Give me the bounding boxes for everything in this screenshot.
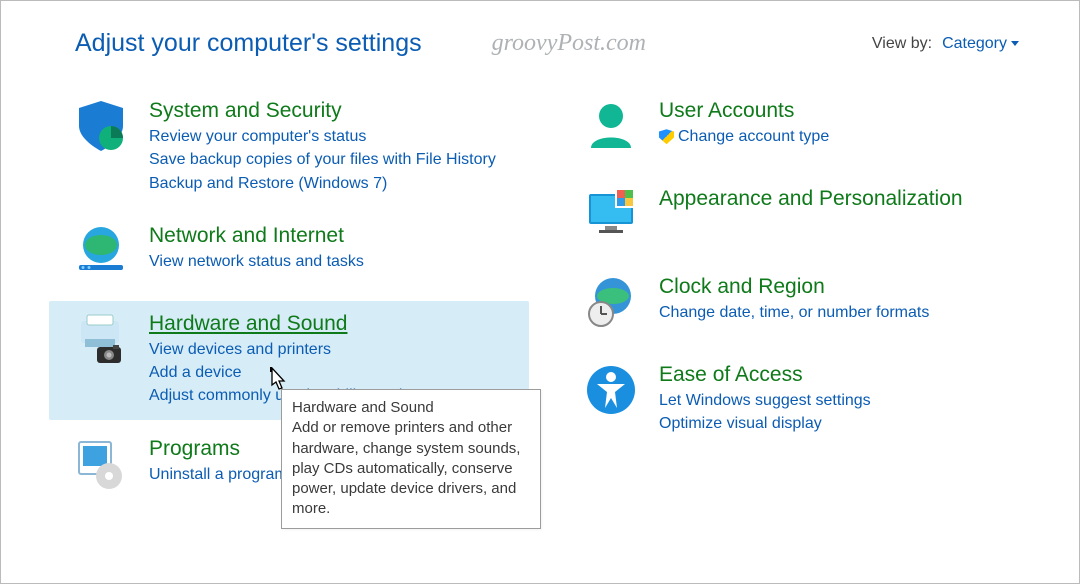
link-date-time-formats[interactable]: Change date, time, or number formats	[659, 301, 929, 324]
accessibility-icon	[581, 362, 641, 422]
globe-icon	[71, 223, 131, 283]
tile-appearance: Appearance and Personalization	[559, 176, 1039, 258]
caret-down-icon	[1011, 41, 1019, 46]
uac-shield-icon	[659, 129, 674, 144]
view-by-label: View by:	[872, 35, 932, 53]
link-system-security[interactable]: System and Security	[149, 98, 496, 123]
right-column: User Accounts Change account type	[559, 88, 1039, 514]
tooltip-body: Add or remove printers and other hardwar…	[292, 418, 530, 519]
tile-user-accounts: User Accounts Change account type	[559, 88, 1039, 170]
tile-ease-of-access: Ease of Access Let Windows suggest setti…	[559, 352, 1039, 448]
shield-icon	[71, 98, 131, 158]
tooltip-title: Hardware and Sound	[292, 398, 530, 418]
link-review-status[interactable]: Review your computer's status	[149, 125, 496, 148]
monitor-icon	[581, 186, 641, 246]
link-change-account-type-text: Change account type	[678, 125, 829, 148]
link-backup-restore[interactable]: Backup and Restore (Windows 7)	[149, 172, 496, 195]
header: Adjust your computer's settings groovyPo…	[1, 1, 1079, 64]
view-by-value: Category	[942, 35, 1007, 53]
clock-globe-icon	[581, 274, 641, 334]
link-optimize-display[interactable]: Optimize visual display	[659, 412, 871, 435]
link-appearance[interactable]: Appearance and Personalization	[659, 186, 963, 211]
printer-camera-icon	[71, 311, 131, 371]
programs-icon	[71, 436, 131, 496]
link-devices-printers[interactable]: View devices and printers	[149, 338, 428, 361]
link-ease-of-access[interactable]: Ease of Access	[659, 362, 871, 387]
link-programs[interactable]: Programs	[149, 436, 288, 461]
tooltip: Hardware and Sound Add or remove printer…	[281, 389, 541, 529]
link-file-history[interactable]: Save backup copies of your files with Fi…	[149, 148, 496, 171]
cursor-icon	[267, 367, 289, 393]
page-title: Adjust your computer's settings	[75, 29, 422, 58]
link-change-account-type[interactable]: Change account type	[659, 125, 829, 148]
watermark: groovyPost.com	[492, 30, 646, 57]
link-clock-region[interactable]: Clock and Region	[659, 274, 929, 299]
view-by-dropdown[interactable]: Category	[942, 35, 1019, 53]
link-user-accounts[interactable]: User Accounts	[659, 98, 829, 123]
link-network-status[interactable]: View network status and tasks	[149, 250, 364, 273]
link-uninstall-program[interactable]: Uninstall a program	[149, 463, 288, 486]
tile-network: Network and Internet View network status…	[49, 213, 529, 295]
link-suggest-settings[interactable]: Let Windows suggest settings	[659, 389, 871, 412]
link-network-internet[interactable]: Network and Internet	[149, 223, 364, 248]
link-hardware-sound[interactable]: Hardware and Sound	[149, 311, 428, 336]
tile-clock-region: Clock and Region Change date, time, or n…	[559, 264, 1039, 346]
tile-system-security: System and Security Review your computer…	[49, 88, 529, 207]
view-by: View by: Category	[872, 35, 1019, 53]
user-icon	[581, 98, 641, 158]
